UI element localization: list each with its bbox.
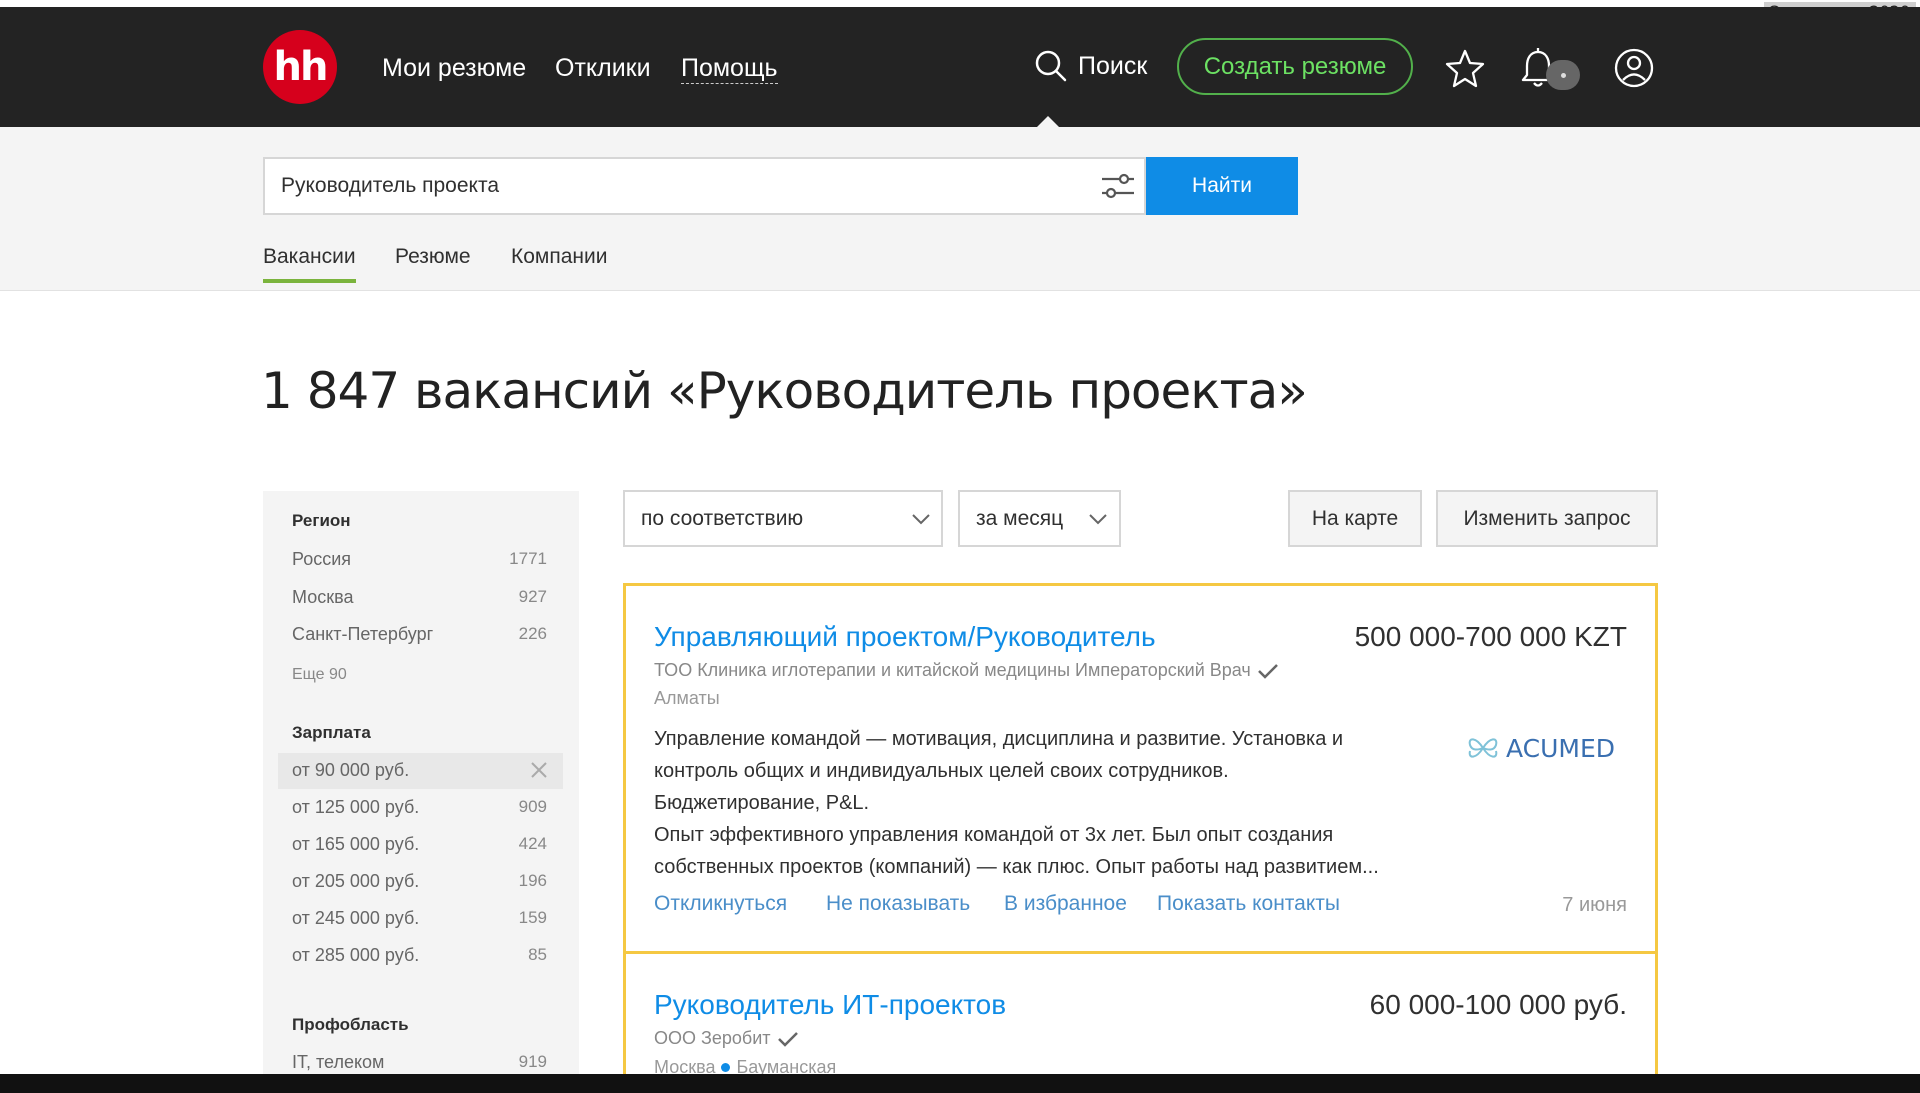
- page-title: 1 847 вакансий «Руководитель проекта»: [261, 362, 1308, 420]
- region-label: Россия: [292, 549, 352, 569]
- salary-label: от 245 000 руб.: [292, 908, 420, 928]
- salary-label: от 285 000 руб.: [292, 945, 420, 965]
- sort-select[interactable]: по соответствию: [623, 490, 943, 547]
- region-item[interactable]: Россия 1771: [292, 549, 547, 573]
- tab-vacancies[interactable]: Вакансии: [263, 245, 356, 283]
- region-count: 1771: [509, 549, 547, 568]
- user-profile-icon[interactable]: [1613, 47, 1655, 89]
- salary-selected-filter[interactable]: от 90 000 руб.: [278, 753, 563, 789]
- description-line: Управление командой — мотивация, дисципл…: [654, 728, 1344, 750]
- region-item[interactable]: Москва 927: [292, 587, 547, 611]
- description-line: Опыт эффективного управления командой от…: [654, 824, 1334, 846]
- nav-responses[interactable]: Отклики: [555, 53, 651, 83]
- region-label: Санкт-Петербург: [292, 624, 434, 644]
- search-box: [263, 157, 1146, 215]
- vacancy-company[interactable]: ООО Зеробит: [654, 1028, 799, 1049]
- profarea-label: IT, телеком: [292, 1052, 385, 1072]
- star-icon[interactable]: [1444, 47, 1486, 89]
- salary-heading: Зарплата: [292, 723, 371, 742]
- salary-item[interactable]: от 205 000 руб. 196: [292, 871, 547, 895]
- salary-item[interactable]: от 165 000 руб. 424: [292, 834, 547, 858]
- company-logo[interactable]: ACUMED: [1466, 728, 1616, 768]
- chevron-down-icon: [912, 514, 930, 525]
- bottom-bar: [0, 1074, 1920, 1093]
- description-line: контроль общих и индивидуальных целей св…: [654, 760, 1229, 782]
- vacancy-salary: 60 000-100 000 руб.: [1369, 989, 1627, 1020]
- create-resume-button[interactable]: Создать резюме: [1177, 38, 1413, 95]
- vacancy-date: 7 июня: [1562, 894, 1627, 916]
- region-more-link[interactable]: Еще 90: [292, 666, 347, 684]
- region-item[interactable]: Санкт-Петербург 226: [292, 624, 547, 648]
- top-strip: [0, 0, 1920, 7]
- salary-count: 196: [518, 871, 547, 890]
- description-line: собственных проектов (компаний) — как пл…: [654, 856, 1379, 878]
- hide-link[interactable]: Не показывать: [826, 892, 970, 916]
- description-line: Бюджетирование, P&L.: [654, 792, 870, 814]
- nav-search[interactable]: Поиск: [1034, 49, 1147, 83]
- advanced-filter-icon[interactable]: [1100, 169, 1136, 203]
- search-input[interactable]: [281, 159, 1041, 213]
- vacancy-card: Управляющий проектом/Руководитель 500 00…: [623, 583, 1658, 954]
- profarea-item[interactable]: IT, телеком 919: [292, 1052, 547, 1076]
- company-name: ООО Зеробит: [654, 1028, 771, 1048]
- company-logo-text: ACUMED: [1506, 733, 1616, 763]
- tab-companies[interactable]: Компании: [511, 245, 607, 269]
- nav-my-resumes[interactable]: Мои резюме: [382, 53, 526, 83]
- region-count: 927: [518, 587, 547, 606]
- find-button[interactable]: Найти: [1146, 157, 1298, 215]
- profarea-heading: Профобласть: [292, 1015, 409, 1034]
- salary-item[interactable]: от 285 000 руб. 85: [292, 945, 547, 969]
- watermark-bottom: RECOMMEND.RU: [1738, 1052, 1885, 1069]
- vacancy-card: Руководитель ИТ-проектов 60 000-100 000 …: [623, 951, 1658, 1093]
- vacancy-company[interactable]: ТОО Клиника иглотерапии и китайской меди…: [654, 660, 1279, 681]
- salary-label: от 125 000 руб.: [292, 797, 420, 817]
- nav-help[interactable]: Помощь: [681, 53, 778, 84]
- salary-label: от 165 000 руб.: [292, 834, 420, 854]
- search-icon: [1035, 50, 1067, 82]
- acumed-logo-icon: [1468, 738, 1498, 758]
- close-icon[interactable]: [527, 758, 551, 782]
- period-select[interactable]: за месяц: [958, 490, 1121, 547]
- salary-selected-label: от 90 000 руб.: [292, 760, 410, 780]
- salary-count: 85: [528, 945, 547, 964]
- salary-count: 909: [518, 797, 547, 816]
- salary-count: 159: [518, 908, 547, 927]
- verified-check-icon: [1257, 663, 1278, 679]
- vacancy-title[interactable]: Управляющий проектом/Руководитель: [654, 621, 1156, 653]
- hh-logo[interactable]: hh: [263, 30, 337, 104]
- salary-item[interactable]: от 245 000 руб. 159: [292, 908, 547, 932]
- salary-item[interactable]: от 125 000 руб. 909: [292, 797, 547, 821]
- vacancy-title[interactable]: Руководитель ИТ-проектов: [654, 989, 1006, 1021]
- nav-search-label: Поиск: [1078, 51, 1148, 80]
- sort-select-value: по соответствию: [641, 507, 804, 530]
- company-name: ТОО Клиника иглотерапии и китайской меди…: [654, 660, 1251, 680]
- region-label: Москва: [292, 587, 354, 607]
- region-count: 226: [518, 624, 547, 643]
- period-select-value: за месяц: [976, 507, 1064, 530]
- map-button[interactable]: На карте: [1288, 490, 1422, 547]
- header: hh Мои резюме Отклики Помощь Поиск Созда…: [0, 7, 1920, 127]
- notification-badge: [1546, 60, 1580, 90]
- salary-count: 424: [518, 834, 547, 853]
- vacancy-salary: 500 000-700 000 KZT: [1354, 621, 1627, 652]
- metro-icon: [721, 1063, 731, 1072]
- vacancy-description: Управление командой — мотивация, дисципл…: [654, 723, 1444, 883]
- apply-link[interactable]: Откликнуться: [654, 892, 787, 916]
- salary-label: от 205 000 руб.: [292, 871, 420, 891]
- search-panel: Найти Вакансии Резюме Компании: [0, 127, 1920, 291]
- filters-sidebar: Регион Россия 1771 Москва 927 Санкт-Пете…: [263, 491, 579, 1093]
- tab-resumes[interactable]: Резюме: [395, 245, 471, 269]
- vacancy-city: Алматы: [654, 688, 720, 708]
- change-query-button[interactable]: Изменить запрос: [1436, 490, 1658, 547]
- show-contacts-link[interactable]: Показать контакты: [1157, 892, 1340, 916]
- region-heading: Регион: [292, 511, 351, 530]
- favorite-link[interactable]: В избранное: [1004, 892, 1127, 916]
- profarea-count: 919: [518, 1052, 547, 1071]
- chevron-down-icon: [1089, 514, 1107, 525]
- verified-check-icon: [777, 1031, 798, 1047]
